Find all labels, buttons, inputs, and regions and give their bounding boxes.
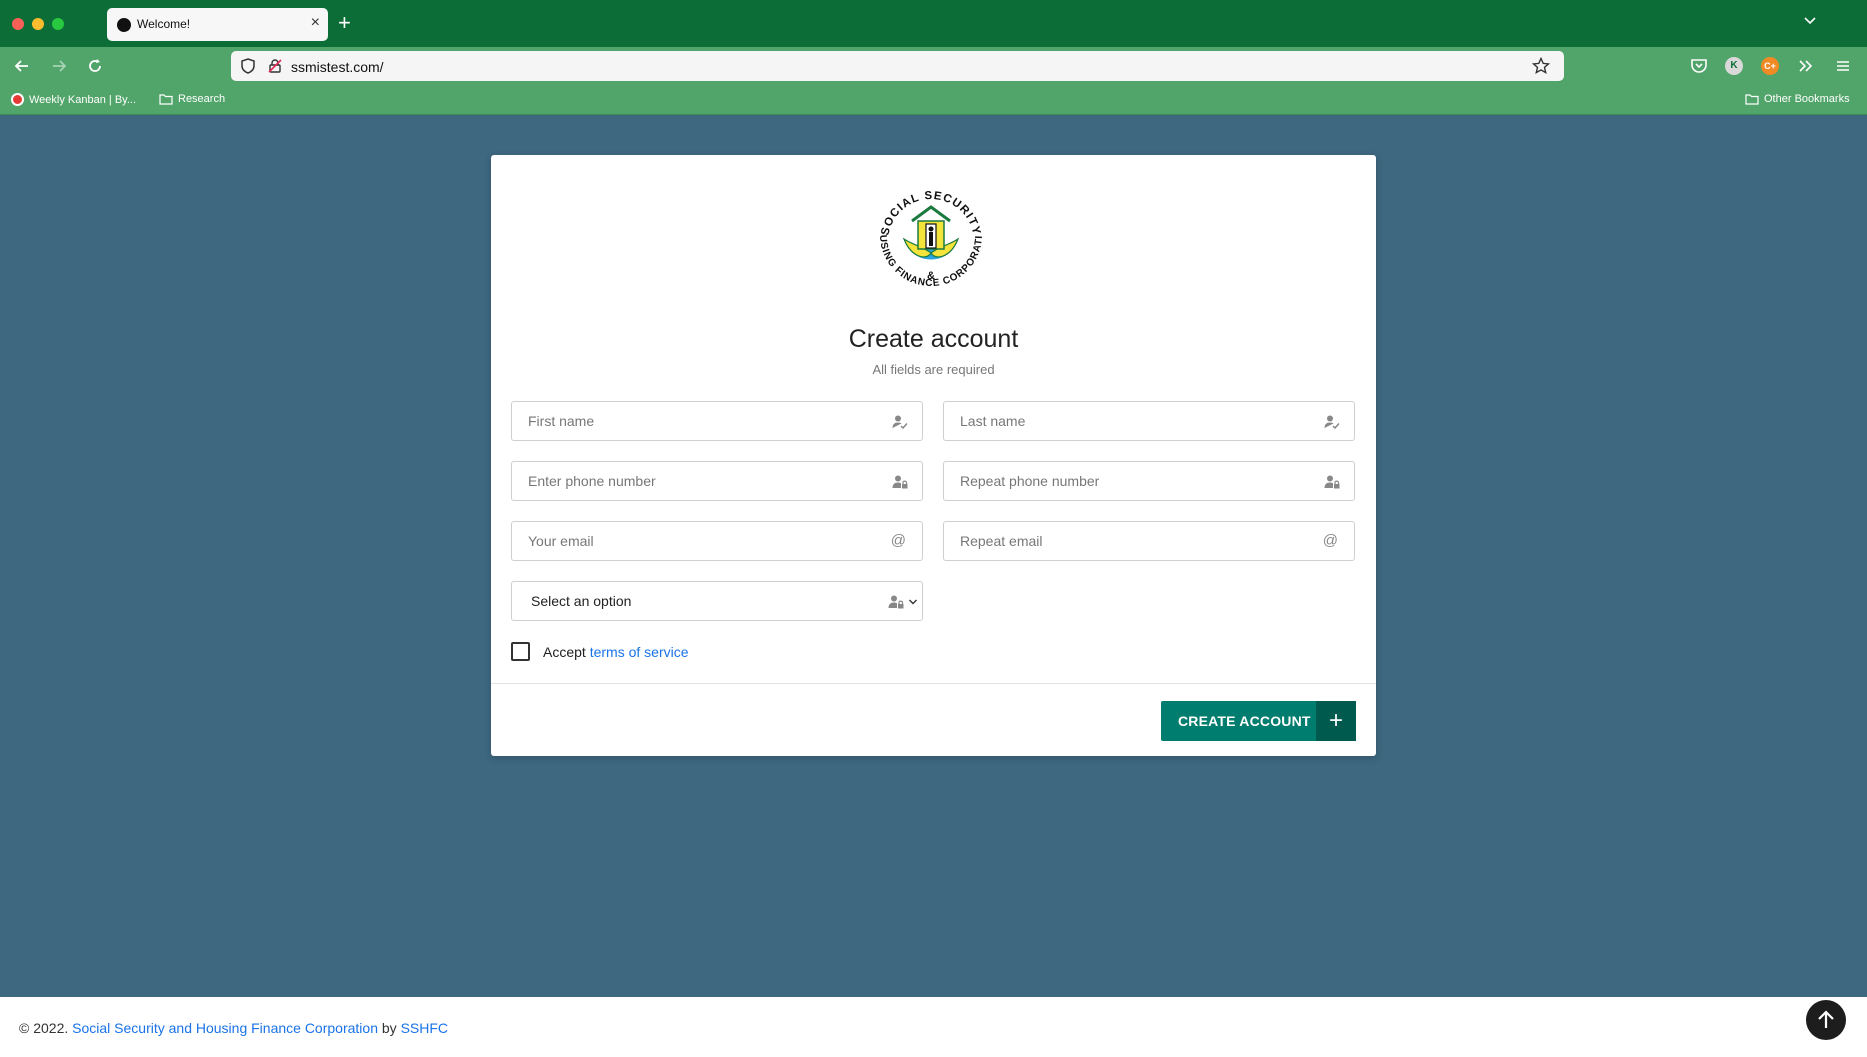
extension-k-icon[interactable]: K bbox=[1725, 57, 1743, 75]
url-bar[interactable]: ssmistest.com/ bbox=[231, 51, 1564, 81]
user-check-icon bbox=[1324, 415, 1340, 430]
star-icon[interactable] bbox=[1532, 57, 1550, 75]
email-field[interactable]: @ bbox=[511, 521, 923, 561]
reload-icon[interactable] bbox=[86, 57, 104, 75]
repeat-email-input[interactable] bbox=[944, 522, 1354, 560]
bookmark-label: Other Bookmarks bbox=[1764, 93, 1850, 105]
url-text[interactable]: ssmistest.com/ bbox=[291, 59, 384, 75]
new-tab-icon[interactable]: + bbox=[338, 11, 351, 35]
lock-icon[interactable] bbox=[267, 58, 283, 74]
create-account-label: CREATE ACCOUNT bbox=[1178, 713, 1311, 729]
footer-text: © 2022. Social Security and Housing Fina… bbox=[19, 1020, 448, 1036]
at-icon: @ bbox=[890, 532, 906, 549]
phone-input[interactable] bbox=[512, 462, 922, 500]
create-account-card: SOCIAL SECURITY HOUSING FINANCE CORPORAT… bbox=[491, 155, 1376, 756]
repeat-phone-field[interactable] bbox=[943, 461, 1355, 501]
back-arrow-icon[interactable] bbox=[13, 57, 31, 75]
target-icon bbox=[11, 93, 24, 106]
user-lock-icon bbox=[892, 475, 908, 489]
window-zoom-button[interactable] bbox=[52, 18, 64, 30]
tab-close-icon[interactable]: × bbox=[311, 14, 320, 32]
phone-field[interactable] bbox=[511, 461, 923, 501]
footer-by: by bbox=[381, 1020, 397, 1036]
user-lock-icon bbox=[1324, 475, 1340, 489]
email-input[interactable] bbox=[512, 522, 922, 560]
user-lock-icon bbox=[888, 595, 904, 609]
menu-icon[interactable] bbox=[1834, 57, 1852, 75]
list-all-tabs-icon[interactable] bbox=[1803, 14, 1817, 28]
browser-nav-bar: ssmistest.com/ K C+ bbox=[0, 47, 1867, 85]
pocket-icon[interactable] bbox=[1690, 57, 1708, 75]
page-title: Create account bbox=[848, 325, 1019, 353]
accept-text: Accept bbox=[543, 644, 586, 660]
org-link[interactable]: Social Security and Housing Finance Corp… bbox=[72, 1020, 378, 1036]
repeat-phone-input[interactable] bbox=[944, 462, 1354, 500]
forward-arrow-icon[interactable] bbox=[50, 57, 68, 75]
sshfc-logo: SOCIAL SECURITY HOUSING FINANCE CORPORAT… bbox=[866, 177, 984, 289]
first-name-input[interactable] bbox=[512, 402, 922, 440]
arrow-up-icon bbox=[1818, 1010, 1834, 1028]
other-bookmarks[interactable]: Other Bookmarks bbox=[1745, 93, 1850, 105]
shield-icon[interactable] bbox=[240, 58, 256, 74]
folder-icon bbox=[1745, 94, 1759, 105]
author-link[interactable]: SSHFC bbox=[401, 1020, 448, 1036]
terms-of-service-link[interactable]: terms of service bbox=[590, 644, 689, 660]
last-name-field[interactable] bbox=[943, 401, 1355, 441]
tab-title: Welcome! bbox=[137, 17, 191, 31]
page-footer: © 2022. Social Security and Housing Fina… bbox=[0, 997, 1867, 1057]
bookmark-weekly-kanban[interactable]: Weekly Kanban | By... bbox=[11, 93, 136, 106]
browser-tab-active[interactable]: Welcome! × bbox=[107, 8, 328, 41]
last-name-input[interactable] bbox=[944, 402, 1354, 440]
bookmarks-bar: Weekly Kanban | By... Research Other Boo… bbox=[0, 85, 1867, 115]
at-icon: @ bbox=[1322, 532, 1338, 549]
window-close-button[interactable] bbox=[12, 18, 24, 30]
bookmark-research[interactable]: Research bbox=[159, 93, 225, 105]
select-value: Select an option bbox=[531, 593, 632, 609]
browser-tab-bar: Welcome! × + bbox=[0, 0, 1867, 47]
page-subtitle: All fields are required bbox=[872, 362, 995, 377]
bookmark-label: Research bbox=[178, 93, 226, 105]
bookmark-label: Weekly Kanban | By... bbox=[29, 93, 137, 106]
accept-terms-checkbox[interactable] bbox=[511, 642, 530, 661]
repeat-email-field[interactable]: @ bbox=[943, 521, 1355, 561]
card-divider bbox=[491, 683, 1376, 684]
chevron-down-icon bbox=[909, 599, 917, 605]
scroll-to-top-button[interactable] bbox=[1806, 1000, 1846, 1040]
more-tools-icon[interactable] bbox=[1797, 57, 1815, 75]
user-check-icon bbox=[892, 415, 908, 430]
first-name-field[interactable] bbox=[511, 401, 923, 441]
extension-c-icon[interactable]: C+ bbox=[1761, 57, 1779, 75]
accept-terms-label: Accept terms of service bbox=[543, 644, 689, 660]
window-minimize-button[interactable] bbox=[32, 18, 44, 30]
copyright-text: © 2022. bbox=[19, 1020, 69, 1036]
plus-icon: + bbox=[1316, 701, 1356, 741]
option-select[interactable]: Select an option bbox=[511, 581, 923, 621]
folder-icon bbox=[159, 94, 173, 105]
create-account-button[interactable]: CREATE ACCOUNT + bbox=[1161, 701, 1356, 741]
logo-ampersand: & bbox=[927, 270, 935, 282]
tab-favicon-icon bbox=[117, 18, 131, 32]
